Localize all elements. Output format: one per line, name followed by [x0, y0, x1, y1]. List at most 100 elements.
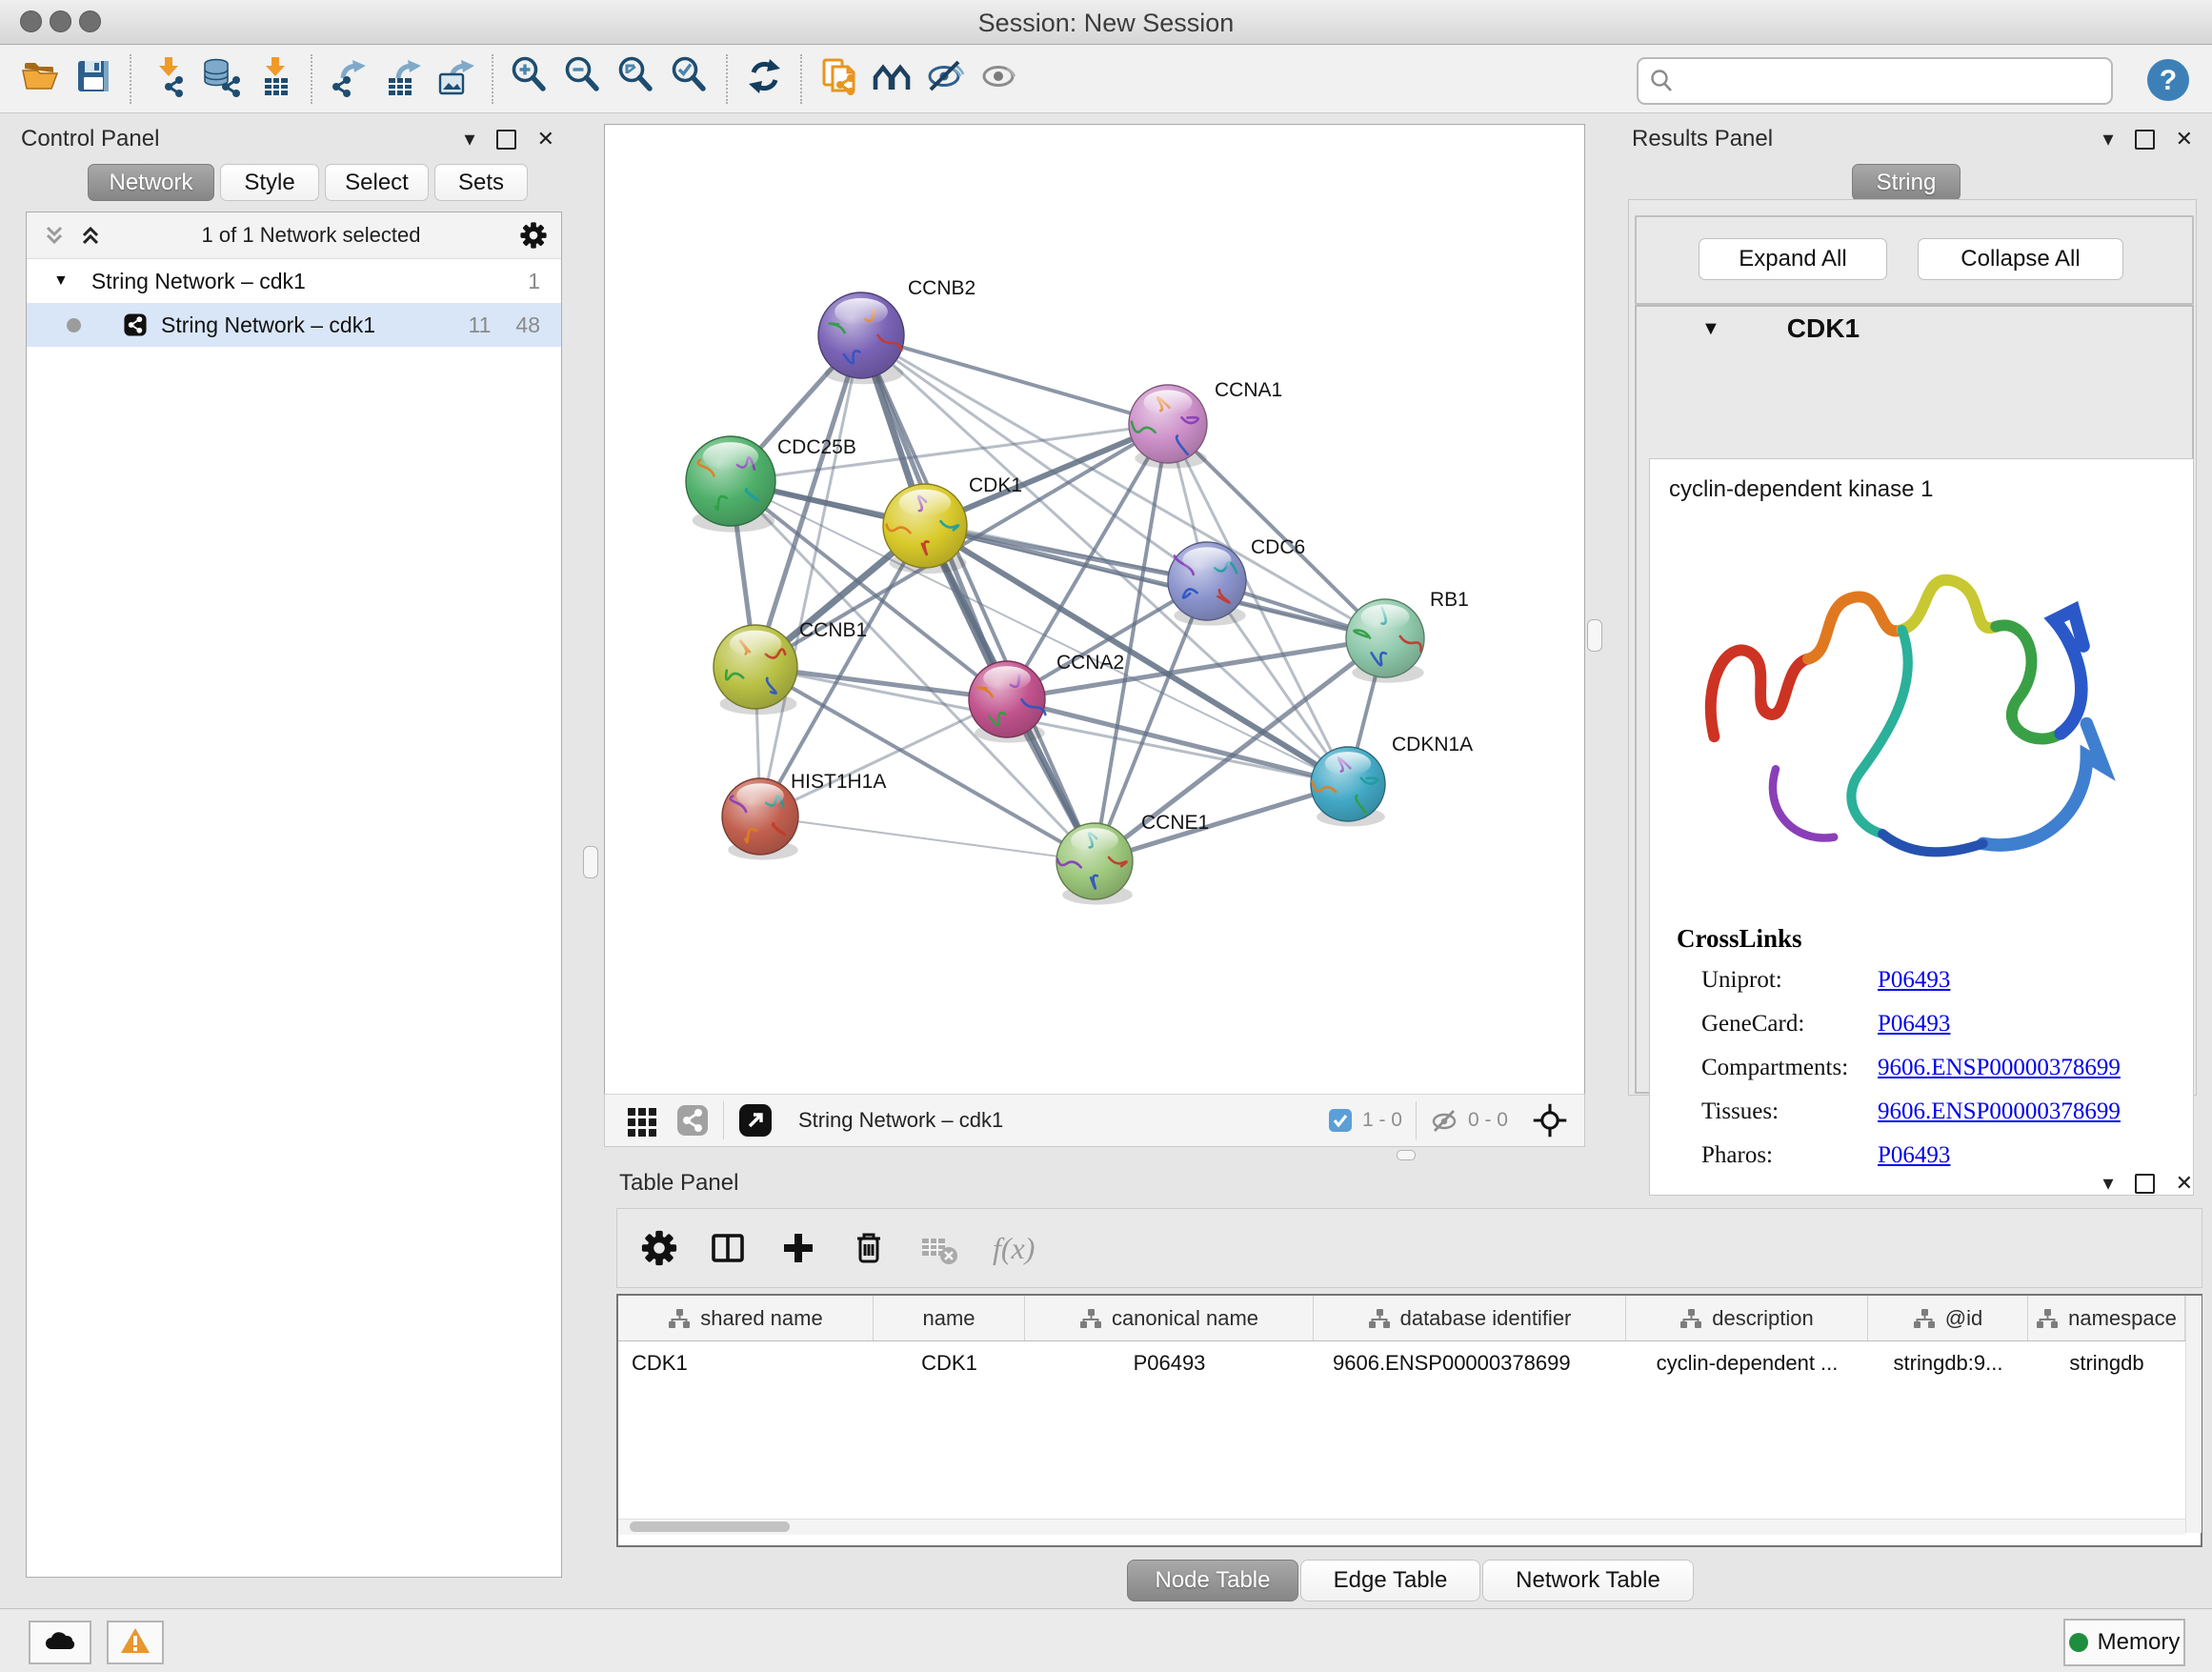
- zoom-in-button[interactable]: [503, 52, 556, 106]
- network-edge[interactable]: [1095, 784, 1348, 861]
- scrollbar-thumb[interactable]: [630, 1521, 790, 1532]
- right-splitter-handle[interactable]: [1587, 619, 1602, 652]
- network-edge[interactable]: [861, 335, 1095, 861]
- column-header-shared-name[interactable]: shared name: [618, 1296, 874, 1340]
- maximize-panel-icon[interactable]: [2135, 1174, 2155, 1194]
- column-header-name[interactable]: name: [874, 1296, 1025, 1340]
- close-panel-icon[interactable]: ✕: [537, 129, 554, 150]
- table-cell[interactable]: CDK1: [874, 1341, 1025, 1385]
- table-cell[interactable]: stringdb: [2028, 1341, 2185, 1385]
- collapse-entry-icon[interactable]: ▼: [1701, 318, 1720, 340]
- crosslink-link[interactable]: P06493: [1878, 967, 1950, 994]
- help-button[interactable]: ?: [2145, 57, 2191, 108]
- tab-select[interactable]: Select: [325, 164, 429, 201]
- crosslink-link[interactable]: P06493: [1878, 1011, 1950, 1037]
- close-panel-icon[interactable]: ✕: [2176, 129, 2193, 150]
- toggle-columns-button[interactable]: [707, 1227, 749, 1269]
- network-node-CDC25B[interactable]: [686, 436, 775, 533]
- column-header-namespace[interactable]: namespace: [2028, 1296, 2185, 1340]
- table-row[interactable]: CDK1CDK1P064939606.ENSP00000378699cyclin…: [618, 1341, 2201, 1385]
- export-network-button[interactable]: [322, 52, 375, 106]
- hide-selected-button[interactable]: [918, 52, 972, 106]
- tree-row-network[interactable]: String Network – cdk1 11 48: [27, 303, 561, 347]
- network-node-CDK1[interactable]: [883, 484, 967, 574]
- search-input[interactable]: [1684, 62, 2111, 100]
- create-column-button[interactable]: [777, 1227, 819, 1269]
- network-node-CCNA2[interactable]: [969, 661, 1045, 743]
- maximize-panel-icon[interactable]: [496, 130, 516, 150]
- network-node-CDKN1A[interactable]: [1311, 747, 1385, 826]
- fit-selected-crosshair-icon[interactable]: [1531, 1101, 1569, 1139]
- expand-all-button[interactable]: Expand All: [1699, 238, 1887, 280]
- column-header-database-identifier[interactable]: database identifier: [1314, 1296, 1626, 1340]
- tab-sets[interactable]: Sets: [434, 164, 528, 201]
- crosslink-link[interactable]: 9606.ENSP00000378699: [1878, 1098, 2121, 1125]
- crosslink-link[interactable]: P06493: [1878, 1142, 1950, 1169]
- left-splitter-handle[interactable]: [583, 846, 598, 878]
- export-image-button[interactable]: [429, 52, 482, 106]
- table-cell[interactable]: P06493: [1025, 1341, 1314, 1385]
- zoom-out-button[interactable]: [556, 52, 610, 106]
- settings-gear-button[interactable]: [640, 1229, 678, 1267]
- tab-network-table[interactable]: Network Table: [1482, 1560, 1694, 1601]
- table-cell[interactable]: stringdb:9...: [1868, 1341, 2028, 1385]
- zoom-selected-button[interactable]: [663, 52, 716, 106]
- show-all-button[interactable]: [972, 52, 1025, 106]
- clone-network-button[interactable]: [812, 52, 865, 106]
- network-node-CCNB2[interactable]: [818, 292, 904, 384]
- table-cell[interactable]: CDK1: [618, 1341, 874, 1385]
- results-tab-string[interactable]: String: [1852, 164, 1961, 201]
- crosslink-link[interactable]: 9606.ENSP00000378699: [1878, 1055, 2121, 1081]
- table-cell[interactable]: 9606.ENSP00000378699: [1314, 1341, 1626, 1385]
- collapse-icon[interactable]: ▼: [53, 272, 69, 290]
- memory-button[interactable]: Memory: [2063, 1619, 2185, 1666]
- network-canvas[interactable]: CCNB2 CCNA1 CDC25B CDK1 CDC6 RB1 CCNB1: [605, 125, 1584, 1095]
- cloud-status-button[interactable]: [29, 1621, 91, 1664]
- save-session-button[interactable]: [67, 52, 120, 106]
- tab-style[interactable]: Style: [220, 164, 319, 201]
- birds-eye-view-icon[interactable]: [737, 1102, 774, 1138]
- network-node-HIST1H1A[interactable]: [722, 778, 798, 860]
- import-network-database-button[interactable]: [194, 52, 248, 106]
- network-node-CCNE1[interactable]: [1056, 823, 1133, 905]
- import-table-button[interactable]: [248, 52, 301, 106]
- maximize-panel-icon[interactable]: [2135, 130, 2155, 150]
- float-panel-icon[interactable]: ▾: [2103, 1173, 2114, 1194]
- column-header-canonical-name[interactable]: canonical name: [1025, 1296, 1314, 1340]
- refresh-button[interactable]: [737, 52, 791, 106]
- tab-node-table[interactable]: Node Table: [1127, 1560, 1298, 1601]
- bottom-splitter-handle[interactable]: [1397, 1150, 1416, 1160]
- network-node-RB1[interactable]: [1346, 599, 1424, 683]
- close-panel-icon[interactable]: ✕: [2176, 1173, 2193, 1194]
- network-node-CCNA1[interactable]: [1129, 385, 1207, 469]
- float-panel-icon[interactable]: ▾: [465, 129, 475, 150]
- network-edge[interactable]: [760, 816, 1095, 861]
- grid-view-icon[interactable]: [626, 1104, 658, 1137]
- import-network-file-button[interactable]: [141, 52, 194, 106]
- tab-network[interactable]: Network: [88, 164, 214, 201]
- network-edge[interactable]: [760, 335, 861, 816]
- network-options-gear-icon[interactable]: [519, 221, 548, 250]
- network-node-CDC6[interactable]: [1168, 542, 1246, 626]
- collapse-all-button[interactable]: Collapse All: [1918, 238, 2123, 280]
- delete-column-button[interactable]: [848, 1227, 890, 1269]
- network-node-CCNB1[interactable]: [714, 625, 797, 715]
- horizontal-scrollbar[interactable]: [618, 1519, 2185, 1535]
- network-share-view-icon[interactable]: [675, 1103, 710, 1138]
- zoom-fit-button[interactable]: [610, 52, 663, 106]
- warnings-button[interactable]: [107, 1621, 164, 1664]
- open-session-button[interactable]: [13, 52, 67, 106]
- network-view-panel[interactable]: CCNB2 CCNA1 CDC25B CDK1 CDC6 RB1 CCNB1: [604, 124, 1585, 1096]
- network-edge[interactable]: [760, 699, 1007, 816]
- float-panel-icon[interactable]: ▾: [2103, 129, 2114, 150]
- tree-row-collection[interactable]: ▼ String Network – cdk1 1: [27, 259, 561, 303]
- tab-edge-table[interactable]: Edge Table: [1300, 1560, 1480, 1601]
- column-header--id[interactable]: @id: [1868, 1296, 2028, 1340]
- vertical-scrollbar[interactable]: [2185, 1296, 2202, 1533]
- export-table-button[interactable]: [375, 52, 429, 106]
- table-cell[interactable]: cyclin-dependent ...: [1626, 1341, 1868, 1385]
- first-neighbors-button[interactable]: [865, 52, 918, 106]
- selected-checkbox-icon[interactable]: [1328, 1108, 1353, 1133]
- collapse-all-icon[interactable]: [42, 223, 67, 248]
- gene-card-header[interactable]: ▼ CDK1: [1637, 307, 2192, 351]
